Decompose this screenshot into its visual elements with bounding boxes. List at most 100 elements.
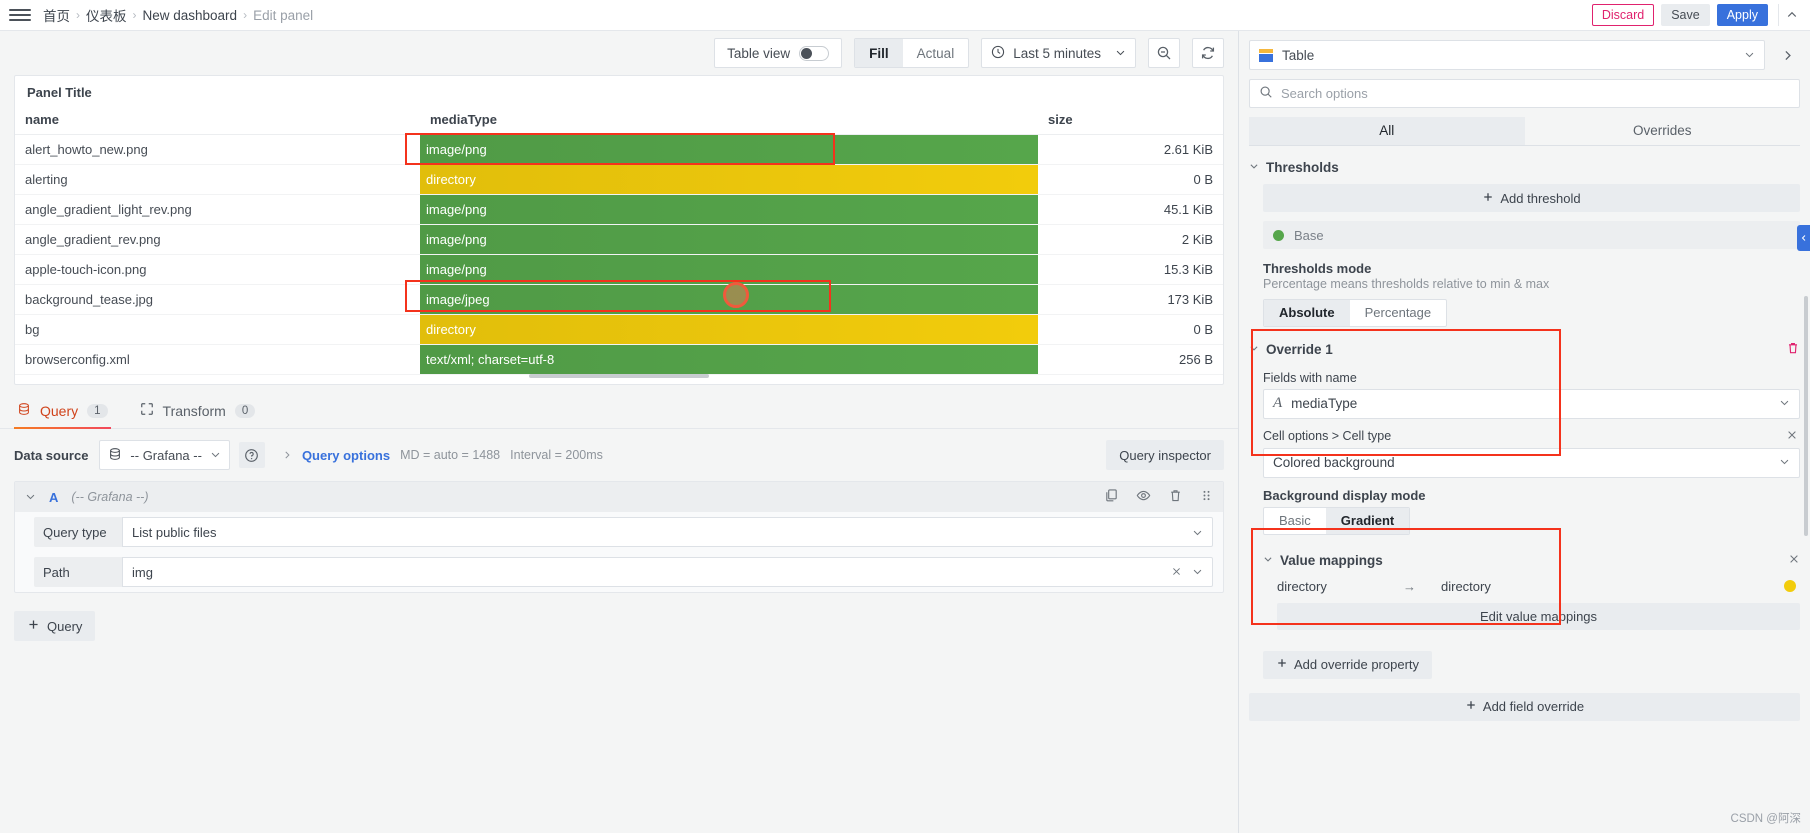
breadcrumb-separator-icon: › bbox=[132, 8, 137, 22]
add-threshold-button[interactable]: Add threshold bbox=[1263, 184, 1800, 212]
eye-icon[interactable] bbox=[1136, 488, 1151, 506]
breadcrumb-item-home[interactable]: 首页 bbox=[43, 5, 70, 25]
cell-size-text: 15.3 KiB bbox=[1163, 262, 1213, 277]
column-header-size[interactable]: size bbox=[1038, 106, 1223, 135]
section-override-1[interactable]: Override 1 bbox=[1249, 327, 1800, 362]
refresh-button[interactable] bbox=[1192, 38, 1224, 68]
chevron-down-icon bbox=[1263, 554, 1273, 567]
tab-query[interactable]: Query 1 bbox=[14, 397, 111, 429]
breadcrumb-separator-icon: › bbox=[243, 8, 248, 22]
bg-mode-basic[interactable]: Basic bbox=[1264, 508, 1326, 534]
trash-icon[interactable] bbox=[1786, 341, 1800, 358]
datasource-picker[interactable]: -- Grafana -- bbox=[99, 440, 230, 470]
tab-transform[interactable]: Transform 0 bbox=[137, 397, 259, 428]
threshold-base-row[interactable]: Base bbox=[1263, 221, 1800, 249]
time-range-picker[interactable]: Last 5 minutes bbox=[981, 38, 1136, 68]
text-field-icon: A bbox=[1273, 395, 1283, 412]
table-row: background_tease.jpg image/jpeg 173 KiB bbox=[15, 284, 1223, 315]
fields-with-name-select[interactable]: A mediaType bbox=[1263, 388, 1800, 419]
hamburger-menu-icon[interactable] bbox=[9, 4, 31, 26]
section-thresholds[interactable]: Thresholds bbox=[1249, 146, 1800, 184]
zoom-out-button[interactable] bbox=[1148, 38, 1180, 68]
add-query-button[interactable]: Query bbox=[14, 611, 96, 641]
cell-mediatype: image/png bbox=[420, 194, 1038, 225]
cell-mediatype-text: directory bbox=[420, 165, 1038, 194]
search-icon bbox=[1259, 85, 1273, 102]
cell-name: angle_gradient_light_rev.png bbox=[15, 194, 420, 225]
chevron-right-icon[interactable] bbox=[282, 448, 292, 463]
thresholds-mode-segmented: Absolute Percentage bbox=[1263, 298, 1448, 327]
edit-value-mappings-button[interactable]: Edit value mappings bbox=[1277, 602, 1800, 630]
discard-button[interactable]: Discard bbox=[1591, 4, 1655, 26]
pane-collapse-handle[interactable] bbox=[1797, 225, 1810, 251]
query-type-select[interactable]: List public files bbox=[122, 517, 1213, 547]
datasource-help-button[interactable] bbox=[238, 442, 265, 468]
chevron-down-icon bbox=[1249, 343, 1259, 356]
search-input[interactable] bbox=[1281, 86, 1790, 101]
query-refid[interactable]: A bbox=[49, 490, 58, 505]
add-override-property-button[interactable]: Add override property bbox=[1263, 650, 1433, 679]
cell-mediatype-text: image/png bbox=[420, 225, 1038, 254]
max-datapoints-text: MD = auto = 1488 bbox=[400, 448, 501, 462]
tab-all[interactable]: All bbox=[1249, 117, 1525, 145]
options-scrollbar[interactable] bbox=[1804, 296, 1808, 536]
cell-name-text: alert_howto_new.png bbox=[25, 142, 148, 157]
chevron-down-icon bbox=[1779, 396, 1790, 411]
table-view-switch[interactable] bbox=[799, 45, 830, 61]
add-field-override-button[interactable]: Add field override bbox=[1249, 692, 1800, 721]
panel-scroll-indicator[interactable] bbox=[529, 374, 709, 378]
cell-size: 256 B bbox=[1038, 344, 1223, 375]
query-row-header: A (-- Grafana --) bbox=[15, 482, 1223, 512]
visualization-picker[interactable]: Table bbox=[1249, 40, 1765, 70]
breadcrumb-item-dashboards[interactable]: 仪表板 bbox=[86, 5, 127, 25]
cell-size: 45.1 KiB bbox=[1038, 194, 1223, 225]
save-button[interactable]: Save bbox=[1661, 4, 1710, 26]
bg-mode-gradient[interactable]: Gradient bbox=[1325, 507, 1410, 534]
column-header-name[interactable]: name bbox=[15, 106, 420, 135]
cell-type-value: Colored background bbox=[1273, 455, 1395, 471]
column-header-mediatype[interactable]: mediaType bbox=[420, 106, 1038, 135]
plus-icon bbox=[1276, 657, 1288, 672]
cell-size: 2.61 KiB bbox=[1038, 134, 1223, 165]
remove-value-mappings-icon[interactable] bbox=[1788, 552, 1800, 569]
chevron-up-icon[interactable] bbox=[1778, 4, 1800, 26]
cell-mediatype: image/png bbox=[420, 254, 1038, 285]
value-mappings-header[interactable]: Value mappings bbox=[1263, 546, 1800, 573]
path-select[interactable]: img bbox=[122, 557, 1213, 587]
drag-handle-icon[interactable] bbox=[1200, 488, 1213, 506]
chevron-down-icon[interactable] bbox=[25, 490, 36, 505]
top-navigation-bar: 首页 › 仪表板 › New dashboard › Edit panel Di… bbox=[0, 0, 1810, 31]
remove-cell-options-icon[interactable] bbox=[1786, 428, 1800, 444]
query-transform-tabs: Query 1 Transform 0 bbox=[0, 385, 1238, 429]
cell-size: 173 KiB bbox=[1038, 284, 1223, 315]
interval-text: Interval = 200ms bbox=[510, 448, 603, 462]
actual-option[interactable]: Actual bbox=[903, 39, 969, 67]
copy-icon[interactable] bbox=[1104, 488, 1119, 506]
search-options-box[interactable] bbox=[1249, 79, 1800, 108]
cell-type-select[interactable]: Colored background bbox=[1263, 447, 1800, 478]
threshold-color-dot[interactable] bbox=[1273, 229, 1284, 241]
clear-icon[interactable] bbox=[1171, 565, 1182, 580]
options-scroll-area: Thresholds Add threshold Base Thresholds… bbox=[1239, 146, 1810, 833]
clock-icon bbox=[991, 45, 1005, 62]
chevron-down-icon[interactable] bbox=[1192, 565, 1203, 580]
add-override-property-label: Add override property bbox=[1294, 657, 1420, 673]
tab-overrides[interactable]: Overrides bbox=[1525, 117, 1801, 145]
query-options-link[interactable]: Query options bbox=[302, 448, 390, 463]
cell-name: angle_gradient_rev.png bbox=[15, 224, 420, 255]
threshold-mode-absolute[interactable]: Absolute bbox=[1264, 299, 1350, 326]
cell-size-text: 45.1 KiB bbox=[1163, 202, 1213, 217]
chevron-down-icon bbox=[1249, 161, 1259, 174]
breadcrumb-item-new-dashboard[interactable]: New dashboard bbox=[143, 8, 238, 23]
fill-option[interactable]: Fill bbox=[855, 39, 903, 67]
apply-button[interactable]: Apply bbox=[1716, 4, 1768, 26]
visualization-list-toggle[interactable] bbox=[1774, 40, 1800, 70]
page-title: Panel Title bbox=[27, 85, 92, 100]
cell-size-text: 2.61 KiB bbox=[1163, 142, 1213, 157]
mouse-cursor-indicator bbox=[723, 282, 749, 308]
cell-mediatype-text: image/png bbox=[420, 255, 1038, 284]
query-inspector-button[interactable]: Query inspector bbox=[1106, 440, 1224, 470]
threshold-mode-percentage[interactable]: Percentage bbox=[1350, 300, 1446, 326]
trash-icon[interactable] bbox=[1168, 488, 1183, 506]
table-view-toggle[interactable]: Table view bbox=[714, 38, 843, 68]
